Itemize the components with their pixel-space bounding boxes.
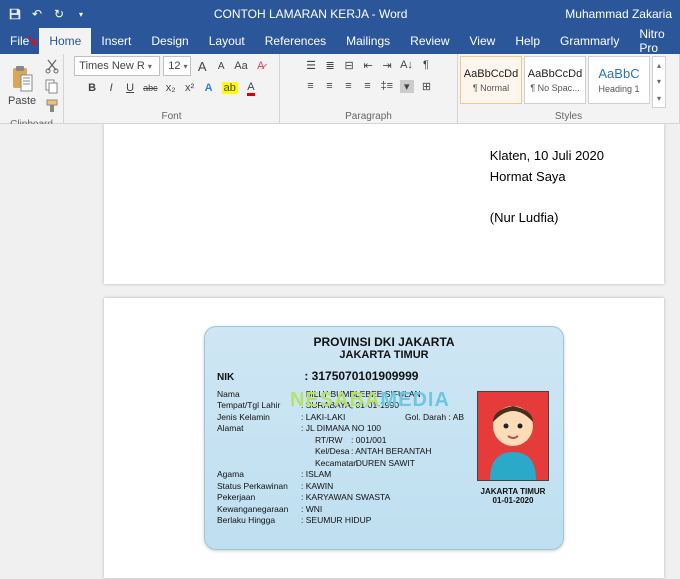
group-clipboard: Paste Clipboard [0,54,64,123]
group-paragraph: ☰ ≣ ⊟ ⇤ ⇥ A↓ ¶ ≡ ≡ ≡ ≡ ‡≡ ▾ ⊞ Paragraph [280,54,458,123]
tab-layout[interactable]: Layout [199,28,255,54]
highlight-button[interactable]: ab [220,79,240,97]
chevron-down-icon[interactable]: ▾ [657,77,661,86]
style-normal[interactable]: AaBbCcDd ¶ Normal [460,56,522,104]
document-title: CONTOH LAMARAN KERJA - Word [96,7,565,21]
doc-date-place: Klaten, 10 Juli 2020 [490,148,604,163]
cut-icon[interactable] [44,58,60,74]
tab-grammarly[interactable]: Grammarly [550,28,629,54]
align-center-button[interactable]: ≡ [321,77,337,95]
id-photo-caption: JAKARTA TIMUR 01-01-2020 [477,487,549,505]
doc-signature: (Nur Ludfia) [490,210,604,225]
font-color-button[interactable]: A [243,79,259,97]
subscript-button[interactable]: x₂ [163,79,179,97]
superscript-button[interactable]: x² [182,79,198,97]
id-card: PROVINSI DKI JAKARTA JAKARTA TIMUR NIK :… [204,326,564,550]
user-name[interactable]: Muhammad Zakaria [565,7,680,21]
quick-access-toolbar: ↶ ↻ ▾ [0,7,96,21]
document-area[interactable]: Klaten, 10 Juli 2020 Hormat Saya (Nur Lu… [0,124,680,579]
save-icon[interactable] [8,7,22,21]
id-nik-value: 3175070101909999 [312,369,419,383]
group-label-paragraph: Paragraph [280,110,457,123]
paste-label: Paste [8,95,36,107]
italic-button[interactable]: I [103,79,119,97]
qat-dropdown-icon[interactable]: ▾ [74,7,88,21]
annotation-arrow-icon: ↘ [25,30,38,50]
change-case-button[interactable]: Aa [232,57,249,75]
group-font: Times New R▾ 12▾ A A Aa A̷ B I U abc x₂ … [64,54,280,123]
group-label-font: Font [64,110,279,123]
menu-bar: File Home Insert Design Layout Reference… [0,28,680,54]
title-bar: ↶ ↻ ▾ CONTOH LAMARAN KERJA - Word Muhamm… [0,0,680,28]
tab-home[interactable]: Home [39,28,91,54]
tab-references[interactable]: References [255,28,336,54]
id-city: JAKARTA TIMUR [217,349,551,361]
justify-button[interactable]: ≡ [359,77,375,95]
show-marks-button[interactable]: ¶ [418,56,434,74]
style-no-spacing[interactable]: AaBbCcDd ¶ No Spac... [524,56,586,104]
tab-view[interactable]: View [460,28,506,54]
borders-button[interactable]: ⊞ [419,77,435,95]
watermark: NESABAMEDIA [290,389,450,412]
increase-indent-button[interactable]: ⇥ [379,56,395,74]
numbering-button[interactable]: ≣ [322,56,338,74]
font-name-combo[interactable]: Times New R▾ [74,56,160,76]
text-effects-button[interactable]: A [201,79,217,97]
clipboard-icon [10,65,34,93]
doc-greeting: Hormat Saya [490,169,604,184]
page-1[interactable]: Klaten, 10 Juli 2020 Hormat Saya (Nur Lu… [104,124,664,284]
chevron-down-icon: ▾ [184,62,188,71]
id-nik-label: NIK [217,372,301,383]
chevron-down-icon: ▾ [148,62,152,71]
format-painter-icon[interactable] [44,98,60,114]
shrink-font-button[interactable]: A [213,57,229,75]
expand-icon[interactable]: ▾ [657,94,661,103]
tab-design[interactable]: Design [141,28,198,54]
sort-button[interactable]: A↓ [398,56,415,74]
align-right-button[interactable]: ≡ [340,77,356,95]
undo-icon[interactable]: ↶ [30,7,44,21]
shading-button[interactable]: ▾ [398,77,416,95]
font-size-combo[interactable]: 12▾ [163,56,191,76]
id-photo [477,391,549,481]
group-label-styles: Styles [458,110,679,123]
styles-scroll[interactable]: ▴ ▾ ▾ [652,56,666,108]
style-heading-1[interactable]: AaBbC Heading 1 [588,56,650,104]
bullets-button[interactable]: ☰ [303,56,319,74]
ribbon: Paste Clipboard Times New R▾ 12▾ A [0,54,680,124]
paste-button[interactable]: Paste [4,63,40,109]
copy-icon[interactable] [44,78,60,94]
tab-nitro[interactable]: Nitro Pro [629,28,674,54]
decrease-indent-button[interactable]: ⇤ [360,56,376,74]
tab-insert[interactable]: Insert [91,28,141,54]
multilevel-list-button[interactable]: ⊟ [341,56,357,74]
chevron-up-icon[interactable]: ▴ [657,61,661,70]
line-spacing-button[interactable]: ‡≡ [378,77,395,95]
bold-button[interactable]: B [84,79,100,97]
redo-icon[interactable]: ↻ [52,7,66,21]
strikethrough-button[interactable]: abc [141,79,160,97]
tab-help[interactable]: Help [505,28,550,54]
tab-mailings[interactable]: Mailings [336,28,400,54]
tab-review[interactable]: Review [400,28,459,54]
grow-font-button[interactable]: A [194,57,210,75]
id-province: PROVINSI DKI JAKARTA [217,335,551,349]
underline-button[interactable]: U [122,79,138,97]
align-left-button[interactable]: ≡ [302,77,318,95]
avatar-icon [480,396,546,480]
clear-formatting-button[interactable]: A̷ [253,57,269,75]
group-styles: AaBbCcDd ¶ Normal AaBbCcDd ¶ No Spac... … [458,54,680,123]
page-2[interactable]: PROVINSI DKI JAKARTA JAKARTA TIMUR NIK :… [104,298,664,578]
